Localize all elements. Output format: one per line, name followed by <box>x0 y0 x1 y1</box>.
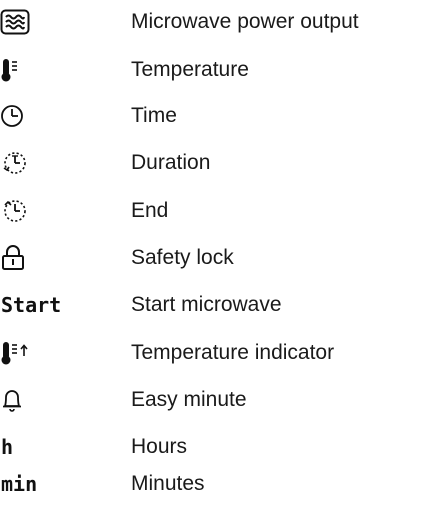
hours-symbol: h <box>0 427 60 467</box>
legend-label-duration: Duration <box>131 151 211 174</box>
legend-label-time: Time <box>131 104 177 127</box>
legend-row-end: End <box>0 191 432 239</box>
legend-label-hours: Hours <box>131 435 188 458</box>
legend-label-safety-lock: Safety lock <box>131 246 234 269</box>
legend-label-microwave-power: Microwave power output <box>131 10 359 33</box>
legend-row-safety-lock: Safety lock <box>0 238 432 286</box>
legend-label-start-microwave: Start microwave <box>131 293 282 316</box>
legend-row-time: Time <box>0 96 432 144</box>
minutes-symbol-text: min <box>1 472 38 496</box>
microwave-power-icon <box>0 2 60 42</box>
legend-label-temperature: Temperature <box>131 58 249 81</box>
end-time-icon <box>0 191 60 231</box>
legend-label-end: End <box>131 199 169 222</box>
legend-row-start-microwave: Start Start microwave <box>0 285 432 333</box>
hours-symbol-text: h <box>1 435 14 459</box>
minutes-symbol: min <box>0 464 60 504</box>
padlock-icon <box>0 238 60 278</box>
start-symbol: Start <box>0 285 100 325</box>
legend-row-easy-minute: Easy minute <box>0 380 432 428</box>
legend-row-duration: Duration <box>0 143 432 191</box>
legend-label-minutes: Minutes <box>131 472 205 495</box>
thermometer-rising-icon <box>0 333 60 373</box>
duration-icon <box>0 143 60 183</box>
legend-label-temperature-indicator: Temperature indicator <box>131 341 335 364</box>
start-symbol-text: Start <box>1 293 62 317</box>
bell-icon <box>0 380 60 420</box>
thermometer-icon <box>0 50 60 90</box>
legend-row-microwave-power: Microwave power output <box>0 2 432 50</box>
clock-icon <box>0 96 60 136</box>
legend-row-temperature-indicator: Temperature indicator <box>0 333 432 381</box>
legend-row-temperature: Temperature <box>0 50 432 98</box>
legend-label-easy-minute: Easy minute <box>131 388 247 411</box>
